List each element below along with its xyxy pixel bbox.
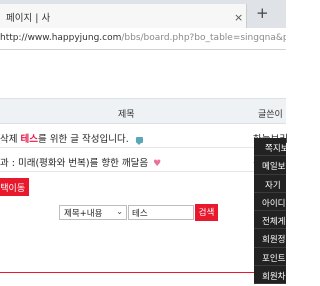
table-row: 과 : 미래(평화와 번복)를 향한 깨달음♥ 겝아 — [0, 148, 286, 172]
chevron-down-icon: ⌄ — [116, 207, 123, 216]
comment-icon — [135, 136, 143, 145]
menu-item-block-member[interactable]: 회원차단 — [254, 266, 286, 285]
header-subject: 제목 — [118, 110, 135, 120]
menu-item-send-mail[interactable]: 메일보 — [254, 156, 286, 175]
search-field-select[interactable]: 제목+내용 ⌄ — [59, 205, 127, 220]
member-context-menu: 쪽지보 메일보 자기 아이디 전체게 회원정 포인트 회원차단 — [254, 138, 286, 285]
address-bar[interactable]: http://www.happyjung.com/bbs/board.php?b… — [0, 28, 286, 50]
url-host: http://www.happyjung.com — [0, 33, 122, 43]
menu-item-send-memo[interactable]: 쪽지보 — [254, 138, 286, 157]
search-field-value: 제목+내용 — [64, 209, 103, 219]
menu-item-self-intro[interactable]: 자기 — [254, 175, 286, 193]
post-subject-link[interactable]: 과 : 미래(평화와 번복)를 향한 깨달음 ♥ — [0, 155, 161, 169]
browser-tab-bar: 페이지 | 사 × + — [0, 0, 286, 28]
heart-icon: ♥ — [153, 159, 162, 169]
menu-item-id-search[interactable]: 아이디 — [254, 193, 286, 212]
tab-close-icon[interactable]: × — [234, 11, 243, 24]
menu-item-all-posts[interactable]: 전체게 — [254, 211, 286, 230]
new-tab-icon[interactable]: + — [256, 6, 269, 21]
menu-item-points[interactable]: 포인트 — [254, 248, 286, 267]
footer-divider — [0, 272, 286, 273]
header-writer: 글쓴이 — [258, 110, 283, 120]
search-input[interactable]: 테스 — [128, 205, 194, 220]
page-top-area — [0, 51, 286, 98]
post-subject-link[interactable]: 삭제 테스를 위한 글 작성입니다. — [0, 131, 143, 145]
tab-title: 페이지 | 사 — [6, 13, 51, 24]
table-row: 삭제 테스를 위한 글 작성입니다. 하늘보리 — [0, 124, 288, 148]
search-button[interactable]: 검색 — [195, 204, 218, 221]
url-path: /bbs/board.php?bo_table=singqna&page=1&s… — [121, 33, 286, 43]
browser-tab[interactable]: 페이지 | 사 × — [0, 4, 247, 28]
move-selected-button[interactable]: 선택이동 — [0, 178, 29, 196]
search-highlight: 테스 — [20, 134, 38, 145]
board-table-header: 제목 글쓴이 — [0, 98, 286, 124]
menu-item-member-info[interactable]: 회원정 — [254, 229, 286, 248]
